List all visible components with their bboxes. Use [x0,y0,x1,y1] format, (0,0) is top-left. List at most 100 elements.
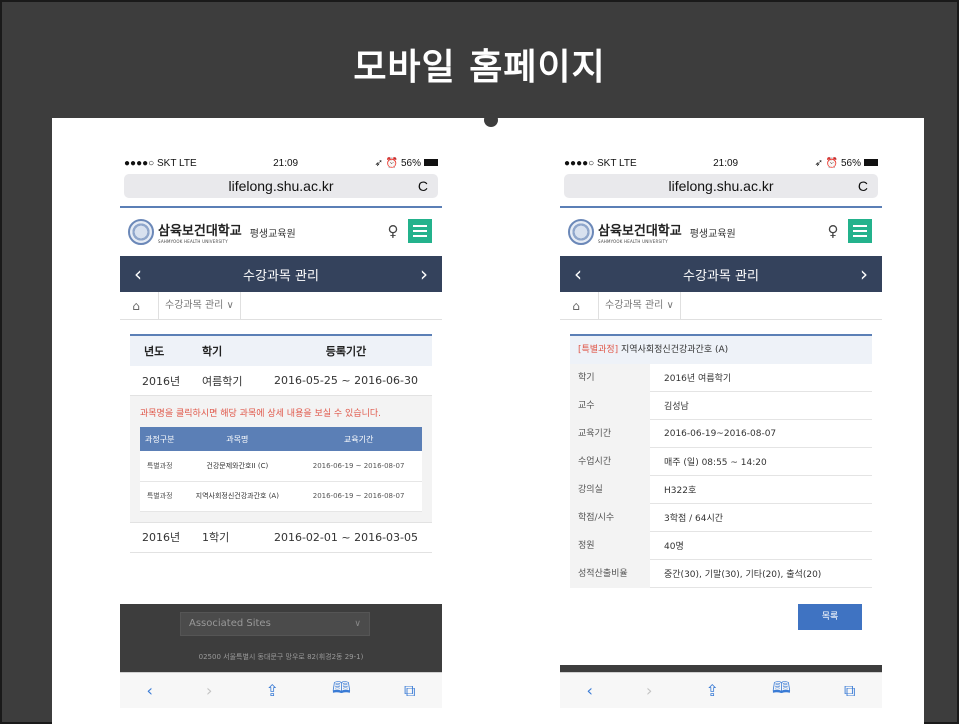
back-icon[interactable]: ‹ [587,681,593,700]
info-value: H322호 [664,486,697,496]
address-bar[interactable]: lifelong.shu.ac.kr C [564,174,878,198]
info-value: 2016-06-19~2016-08-07 [664,428,777,439]
course-table: 과정구분 과목명 교육기간 특별과정 건강문제와간호II (C) 2016-06… [140,427,422,512]
year-row[interactable]: 2016년 여름학기 2016-05-25 ~ 2016-06-30 [130,366,432,396]
semester-cell: 1학기 [202,531,230,544]
user-login-icon[interactable]: ♀ [822,220,844,242]
address-bar[interactable]: lifelong.shu.ac.kr C [124,174,438,198]
status-bar: ●●●●○ SKT LTE 21:09 ➶ ⏰ 56% [120,152,442,174]
hamburger-menu-icon[interactable] [408,219,432,243]
year-row[interactable]: 2016년 1학기 2016-02-01 ~ 2016-03-05 [130,523,432,553]
semester-cell: 여름학기 [202,374,243,388]
info-value: 40명 [664,542,684,552]
course-detail-box: 과목명을 클릭하시면 해당 과목에 상세 내용을 보실 수 있습니다. 과정구분… [130,396,432,523]
list-button[interactable]: 목록 [798,604,862,630]
site-footer: Associated Sites ∨ 02500 서울특별시 동대문구 망우로 … [120,604,442,674]
col-period: 등록기간 [325,345,367,358]
info-key: 학점/시수 [570,503,650,532]
next-arrow-icon[interactable]: › [854,262,874,286]
logo-kr: 삼육보건대학교 [158,224,242,239]
battery-indicator: ➶ ⏰ 56% [375,158,438,169]
reload-icon[interactable]: C [418,178,428,194]
site-header: 삼육보건대학교 SAHMYOOK HEALTH UNIVERSITY 평생교육원… [560,208,882,256]
share-icon[interactable]: ⇪ [706,681,719,700]
reload-icon[interactable]: C [858,178,868,194]
prev-arrow-icon[interactable]: ‹ [128,262,148,286]
info-row-credits: 학점/시수 3학점 / 64시간 [570,503,872,532]
prev-arrow-icon[interactable]: ‹ [568,262,588,286]
info-row-capacity: 정원 40명 [570,531,872,560]
associated-sites-select[interactable]: Associated Sites ∨ [180,612,370,636]
breadcrumb-dropdown[interactable]: 수강과목 관리 ∨ [598,291,681,320]
info-key: 교육기간 [570,419,650,448]
chevron-down-icon: ∨ [354,619,361,629]
bookmarks-icon[interactable]: 🕮 [332,677,351,704]
info-value: 중간(30), 기말(30), 기타(20), 출석(20) [664,570,822,580]
info-key: 교수 [570,391,650,420]
info-row-edu-period: 교육기간 2016-06-19~2016-08-07 [570,419,872,448]
forward-icon[interactable]: › [646,681,652,700]
status-bar: ●●●●○ SKT LTE 21:09 ➶ ⏰ 56% [560,152,882,174]
period-cell: 2016-02-01 ~ 2016-03-05 [273,530,419,544]
col-year: 년도 [144,345,165,358]
info-key: 정원 [570,531,650,560]
info-value: 김성남 [664,402,689,412]
logo-en: SAHMYOOK HEALTH UNIVERSITY [158,239,228,244]
university-logo[interactable]: 삼육보건대학교 SAHMYOOK HEALTH UNIVERSITY [598,220,682,244]
breadcrumb-dropdown[interactable]: 수강과목 관리 ∨ [158,291,241,320]
page-navbar: ‹ 수강과목 관리 › [560,256,882,292]
battery-icon [424,159,438,167]
col-course-name: 과목명 [179,427,296,451]
type-cell: 특별과정 [140,451,180,482]
bookmarks-icon[interactable]: 🕮 [772,677,791,704]
course-name: 지역사회정신건강과간호 (A) [618,345,729,355]
year-table-header: 년도 학기 등록기간 [130,336,432,366]
col-semester: 학기 [202,345,223,358]
university-logo[interactable]: 삼육보건대학교 SAHMYOOK HEALTH UNIVERSITY [158,220,242,244]
course-title: [특별과정] 지역사회정신건강과간호 (A) [570,336,872,364]
back-icon[interactable]: ‹ [147,681,153,700]
info-key: 강의실 [570,475,650,504]
url-text: lifelong.shu.ac.kr [228,178,334,194]
info-value: 3학점 / 64시간 [664,514,724,524]
home-icon[interactable]: ⌂ [566,299,586,313]
info-row-grading: 성적산출비율 중간(30), 기말(30), 기타(20), 출석(20) [570,559,872,588]
info-value: 2016년 여름학기 [664,374,732,384]
time-label: 21:09 [273,157,299,169]
breadcrumb: ⌂ 수강과목 관리 ∨ [120,291,442,320]
info-row-classroom: 강의실 H322호 [570,475,872,504]
hamburger-menu-icon[interactable] [848,219,872,243]
table-row: 특별과정 지역사회정신건강과간호 (A) 2016-06-19 ~ 2016-0… [140,481,422,512]
phone-screenshot-left: ●●●●○ SKT LTE 21:09 ➶ ⏰ 56% lifelong.shu… [120,152,442,708]
share-icon[interactable]: ⇪ [266,681,279,700]
course-link[interactable]: 건강문제와간호II (C) [179,451,296,482]
course-link[interactable]: 지역사회정신건강과간호 (A) [179,481,296,512]
logo-kr: 삼육보건대학교 [598,224,682,239]
course-type-tag: [특별과정] [578,345,619,355]
col-edu-period: 교육기간 [295,427,422,451]
home-icon[interactable]: ⌂ [126,299,146,313]
site-header: 삼육보건대학교 SAHMYOOK HEALTH UNIVERSITY 평생교육원… [120,208,442,256]
forward-icon[interactable]: › [206,681,212,700]
type-cell: 특별과정 [140,481,180,512]
tabs-icon[interactable]: ⧉ [844,681,855,701]
phone-screenshot-right: ●●●●○ SKT LTE 21:09 ➶ ⏰ 56% lifelong.shu… [560,152,882,708]
associated-sites-label: Associated Sites [189,618,271,629]
browser-toolbar: ‹ › ⇪ 🕮 ⧉ [120,672,442,708]
page-navbar: ‹ 수강과목 관리 › [120,256,442,292]
year-cell: 2016년 [142,374,181,388]
next-arrow-icon[interactable]: › [414,262,434,286]
university-seal-icon[interactable] [128,219,154,245]
carrier-label: ●●●●○ SKT LTE [124,157,197,169]
slide-title: 모바일 홈페이지 [353,47,606,88]
logo-subtitle: 평생교육원 [249,228,296,240]
tabs-icon[interactable]: ⧉ [404,681,415,701]
period-cell: 2016-06-19 ~ 2016-08-07 [295,481,422,512]
info-key: 성적산출비율 [570,559,650,588]
pin-dot [484,113,498,127]
user-login-icon[interactable]: ♀ [382,220,404,242]
university-seal-icon[interactable] [568,219,594,245]
notice-text: 과목명을 클릭하시면 해당 과목에 상세 내용을 보실 수 있습니다. [140,409,382,419]
year-cell: 2016년 [142,531,181,544]
battery-indicator: ➶ ⏰ 56% [815,158,878,169]
